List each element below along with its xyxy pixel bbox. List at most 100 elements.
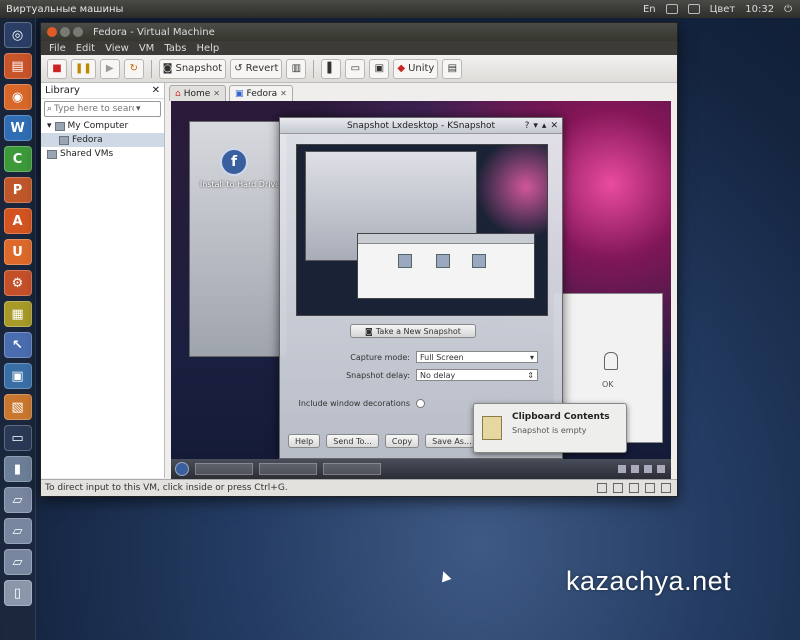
hard-disk-icon[interactable] (597, 483, 607, 493)
sidebar-item-my-computer[interactable]: ▾ My Computer (41, 119, 164, 133)
guest-task-button[interactable] (259, 463, 317, 475)
help-icon[interactable]: ? (525, 121, 530, 131)
watermark: kazachya.net (566, 566, 732, 596)
keyboard-layout[interactable]: En (643, 4, 656, 15)
guest-task-button[interactable] (195, 463, 253, 475)
launcher-item-drive-b[interactable]: ▱ (3, 518, 32, 544)
menubar: File Edit View VM Tabs Help (41, 41, 677, 55)
mail-icon[interactable] (665, 4, 678, 14)
launcher-item-ubuntu-one[interactable]: U (3, 239, 32, 265)
usb-icon[interactable] (645, 483, 655, 493)
tab-label: Home (183, 88, 211, 99)
launcher-item-terminal[interactable]: ▭ (3, 425, 32, 451)
include-decorations-checkbox[interactable] (416, 398, 425, 408)
launcher-item-archive[interactable]: ▧ (3, 394, 32, 420)
minimize-window-button[interactable] (60, 27, 70, 37)
send-to-button[interactable]: Send To... (326, 434, 379, 448)
minimize-icon[interactable]: ▾ (533, 121, 538, 131)
fullscreen-button[interactable]: ▣ (369, 58, 390, 79)
close-tab-icon[interactable]: ✕ (213, 89, 220, 98)
library-search[interactable]: ⌕ ▾ (44, 101, 161, 117)
expander-icon[interactable]: ▾ (47, 121, 52, 131)
reset-button[interactable]: ↻ (123, 58, 144, 79)
unity-button[interactable]: ◆ Unity (393, 58, 439, 79)
maximize-icon[interactable]: ▴ (542, 121, 547, 131)
delay-spinbox[interactable]: No delay ⇕ (416, 369, 538, 381)
tab-home[interactable]: ⌂ Home ✕ (169, 85, 226, 101)
show-sidebar-button[interactable]: ▌ (321, 58, 342, 79)
power-off-button[interactable]: ■ (47, 58, 67, 79)
close-tab-icon[interactable]: ✕ (280, 89, 287, 98)
network-adapter-icon[interactable] (629, 483, 639, 493)
capture-mode-select[interactable]: Full Screen ▾ (416, 351, 538, 363)
launcher-item-files[interactable]: ▤ (3, 53, 32, 79)
guest-tray-icon[interactable] (644, 465, 652, 473)
menu-edit[interactable]: Edit (76, 43, 95, 54)
save-as-button[interactable]: Save As... (425, 434, 479, 448)
window-titlebar[interactable]: Fedora - Virtual Machine (41, 23, 677, 41)
copy-button[interactable]: Copy (384, 434, 420, 448)
guest-tray-icon[interactable] (631, 465, 639, 473)
sound-icon[interactable] (661, 483, 671, 493)
fedora-logo-icon[interactable]: f (220, 148, 248, 176)
network-icon[interactable] (687, 4, 700, 14)
launcher-item-impress[interactable]: P (3, 177, 32, 203)
snapshot-button[interactable]: ◙ Snapshot (158, 58, 227, 79)
menu-tabs[interactable]: Tabs (164, 43, 186, 54)
sidebar-icon: ▌ (327, 63, 336, 74)
close-window-button[interactable] (47, 27, 57, 37)
take-snapshot-button[interactable]: ◙ Take a New Snapshot (350, 324, 476, 338)
tab-fedora[interactable]: ▣ Fedora ✕ (229, 85, 293, 101)
suspend-button[interactable]: ❚❚ (71, 58, 96, 79)
menu-file[interactable]: File (49, 43, 66, 54)
launcher-item-drive-c[interactable]: ▱ (3, 549, 32, 575)
sidebar-item-fedora[interactable]: Fedora (41, 133, 164, 147)
snapshot-label: Snapshot (175, 63, 223, 74)
preview-file-manager (357, 233, 535, 299)
sidebar-item-shared-vms[interactable]: Shared VMs (41, 147, 164, 161)
guest-task-button[interactable] (323, 463, 381, 475)
menu-vm[interactable]: VM (139, 43, 154, 54)
launcher-item-trash[interactable]: ▯ (3, 580, 32, 606)
launcher-item-usb-drive[interactable]: ▮ (3, 456, 32, 482)
unity-icon: ◆ (397, 63, 406, 74)
launcher-item-dash-home[interactable]: ◎ (3, 22, 32, 48)
snapshot-preview[interactable] (296, 144, 548, 316)
color-indicator[interactable]: Цвет (710, 4, 736, 15)
vm-console[interactable]: f Install to Hard Drive OK Snapshot Lxde… (171, 101, 671, 479)
console-view-button[interactable]: ▭ (345, 58, 366, 79)
launcher-item-drive-a[interactable]: ▱ (3, 487, 32, 513)
calc-icon: C (12, 151, 23, 167)
revert-button[interactable]: ↺ Revert (230, 58, 283, 79)
launcher-item-software-center[interactable]: A (3, 208, 32, 234)
close-sidebar-icon[interactable]: ✕ (152, 85, 160, 96)
help-button[interactable]: Help (288, 434, 321, 448)
guest-tray-icon[interactable] (657, 465, 665, 473)
clock[interactable]: 10:32 (745, 4, 774, 15)
menu-help[interactable]: Help (196, 43, 219, 54)
launcher-item-workspaces[interactable]: ▦ (3, 301, 32, 327)
power-on-button[interactable]: ▶ (99, 58, 120, 79)
preferences-button[interactable]: ▤ (442, 58, 463, 79)
launcher-item-firefox[interactable]: ◉ (3, 84, 32, 110)
guest-tray-icon[interactable] (618, 465, 626, 473)
guest-start-button[interactable] (175, 462, 189, 476)
power-icon[interactable]: ⏻ (784, 4, 792, 15)
launcher-item-writer[interactable]: W (3, 115, 32, 141)
launcher-item-settings[interactable]: ⚙ (3, 270, 32, 296)
search-dropdown-icon[interactable]: ▾ (136, 104, 141, 114)
dialog-titlebar[interactable]: Snapshot Lxdesktop - KSnapshot ? ▾ ▴ ✕ (280, 118, 562, 134)
launcher-item-cursor-tool[interactable]: ↖ (3, 332, 32, 358)
launcher-item-calc[interactable]: C (3, 146, 32, 172)
refresh-icon: ↻ (129, 63, 138, 74)
cdrom-icon[interactable] (613, 483, 623, 493)
maximize-window-button[interactable] (73, 27, 83, 37)
menu-view[interactable]: View (105, 43, 129, 54)
clipboard-notification[interactable]: Clipboard Contents Snapshot is empty (473, 403, 627, 453)
launcher-item-virt-manager[interactable]: ▣ (3, 363, 32, 389)
app-title: Виртуальные машины (6, 3, 124, 15)
search-input[interactable] (54, 104, 135, 114)
close-icon[interactable]: ✕ (550, 121, 558, 131)
snapshot-manager-button[interactable]: ▥ (286, 58, 307, 79)
device-icon (604, 352, 618, 370)
